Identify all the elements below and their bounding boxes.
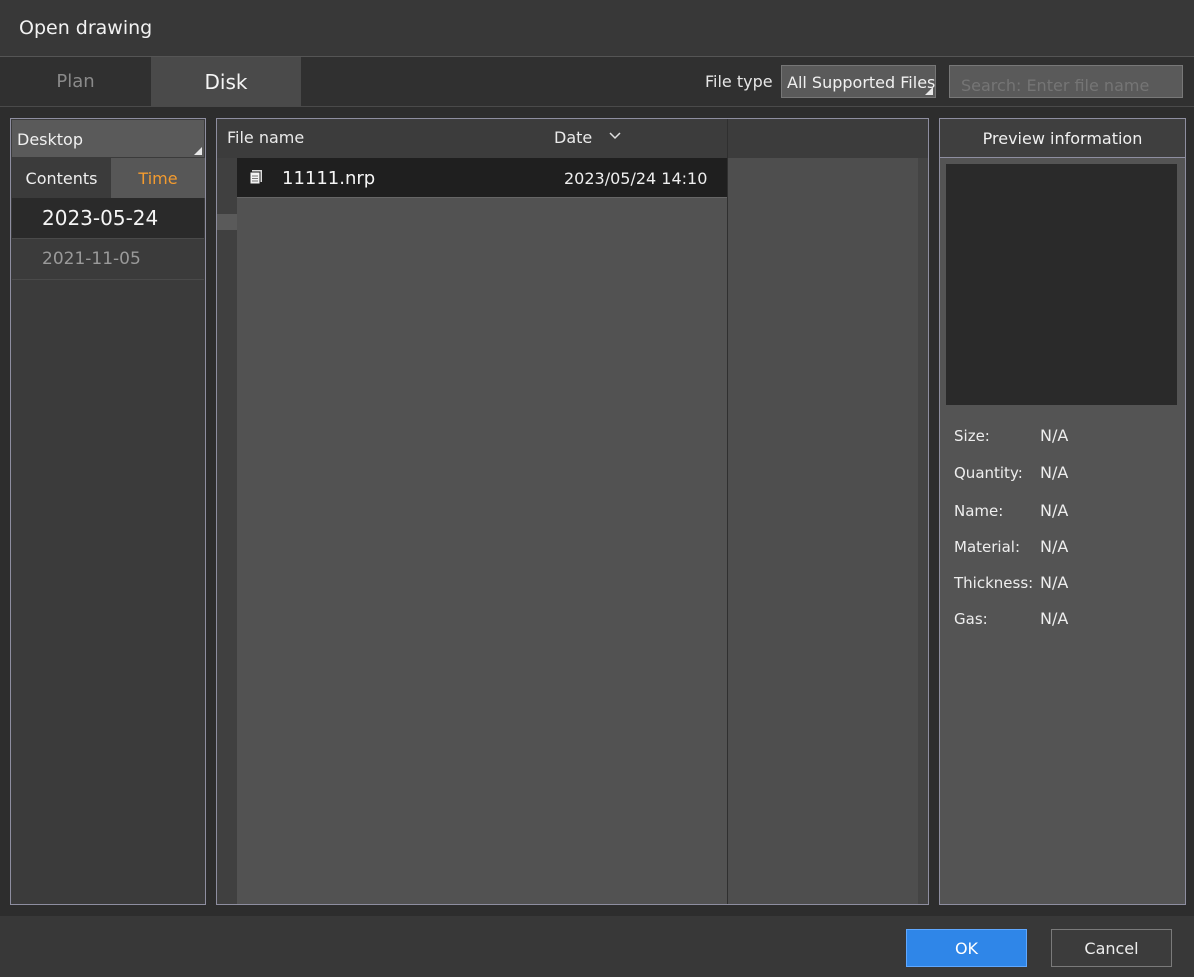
info-value-gas: N/A bbox=[1040, 609, 1069, 628]
file-name-cell: 11111.nrp bbox=[282, 168, 376, 189]
file-type-select[interactable]: All Supported Files bbox=[781, 65, 936, 98]
info-label-size: Size: bbox=[954, 427, 990, 445]
info-label-gas: Gas: bbox=[954, 610, 988, 628]
info-value-quantity: N/A bbox=[1040, 463, 1069, 482]
dialog-titlebar: Open drawing bbox=[0, 0, 1194, 57]
table-row[interactable]: 11111.nrp 2023/05/24 14:10 bbox=[237, 158, 727, 198]
file-date-cell: 2023/05/24 14:10 bbox=[564, 169, 708, 188]
tab-disk[interactable]: Disk bbox=[151, 57, 301, 106]
column-header-name[interactable]: File name bbox=[227, 128, 304, 147]
file-icon bbox=[249, 170, 262, 185]
column-header-date[interactable]: Date bbox=[554, 128, 592, 147]
info-value-material: N/A bbox=[1040, 537, 1069, 556]
dropdown-triangle-icon bbox=[194, 147, 202, 155]
location-value: Desktop bbox=[17, 130, 83, 149]
list-extra-column bbox=[728, 158, 918, 904]
dialog-footer: OK Cancel bbox=[0, 916, 1194, 977]
file-list-area[interactable] bbox=[237, 158, 727, 904]
cancel-button[interactable]: Cancel bbox=[1051, 929, 1172, 967]
info-label-name: Name: bbox=[954, 502, 1004, 520]
info-label-material: Material: bbox=[954, 538, 1020, 556]
dialog-title: Open drawing bbox=[19, 17, 153, 39]
info-label-quantity: Quantity: bbox=[954, 464, 1023, 482]
location-select[interactable]: Desktop bbox=[12, 120, 204, 157]
dropdown-triangle-icon bbox=[925, 87, 933, 95]
subtab-time[interactable]: Time bbox=[111, 158, 205, 198]
file-list-panel: File name Date 11111.nrp 2023/05/24 14:1… bbox=[216, 118, 929, 905]
file-type-value: All Supported Files bbox=[787, 73, 936, 92]
date-item-selected[interactable]: 2023-05-24 bbox=[12, 198, 204, 239]
chevron-down-icon[interactable] bbox=[608, 131, 622, 141]
info-value-size: N/A bbox=[1040, 426, 1069, 445]
tab-bar: Plan Disk File type All Supported Files bbox=[0, 57, 1194, 107]
ok-button[interactable]: OK bbox=[906, 929, 1027, 967]
preview-panel: Preview information Size: N/A Quantity: … bbox=[939, 118, 1186, 905]
sidebar-panel: Desktop Contents Time 2023-05-24 2021-11… bbox=[10, 118, 206, 905]
preview-title: Preview information bbox=[940, 119, 1185, 158]
preview-image bbox=[946, 164, 1177, 405]
file-list-header: File name Date bbox=[217, 119, 928, 158]
info-value-thickness: N/A bbox=[1040, 573, 1069, 592]
info-value-name: N/A bbox=[1040, 501, 1069, 520]
row-marker bbox=[217, 214, 237, 230]
info-label-thickness: Thickness: bbox=[954, 574, 1034, 592]
tab-plan[interactable]: Plan bbox=[0, 57, 151, 106]
file-type-label: File type bbox=[705, 72, 773, 91]
search-input[interactable] bbox=[949, 65, 1183, 98]
date-item[interactable]: 2021-11-05 bbox=[12, 239, 204, 280]
subtab-contents[interactable]: Contents bbox=[12, 158, 111, 198]
list-gutter bbox=[217, 158, 237, 904]
